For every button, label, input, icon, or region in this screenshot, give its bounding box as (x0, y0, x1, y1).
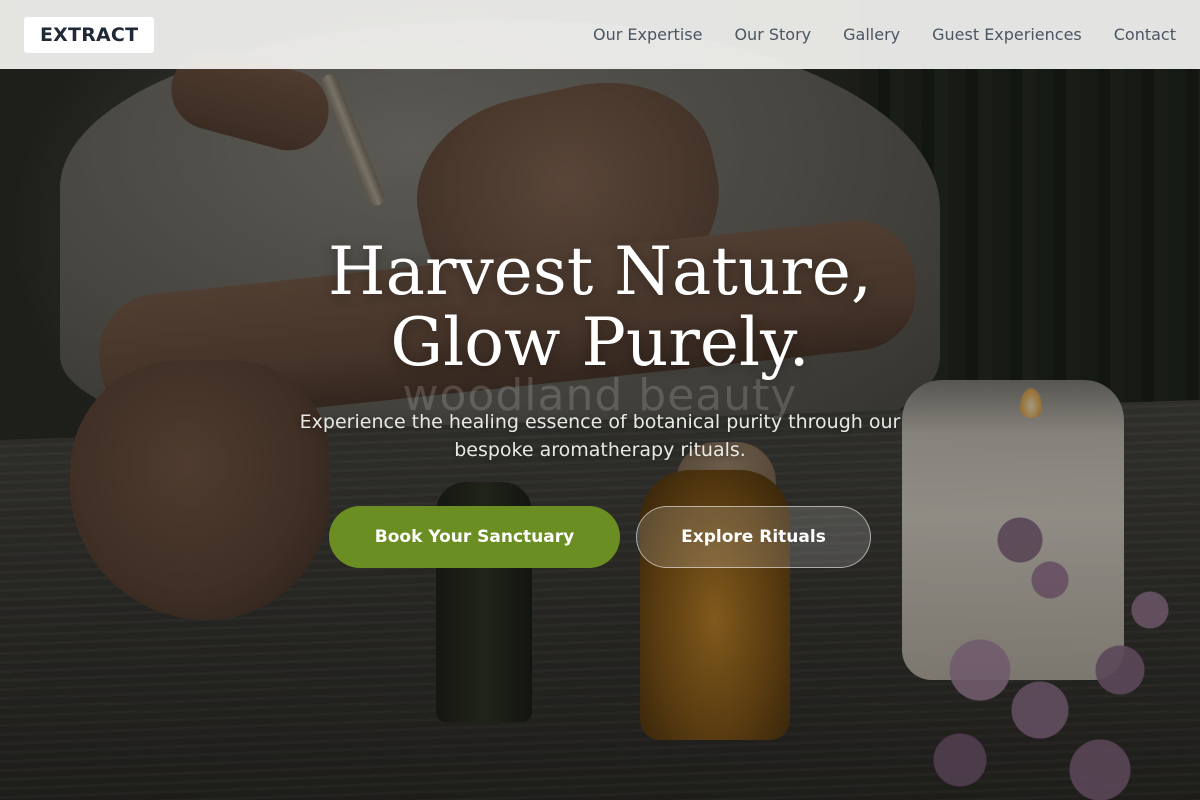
nav-link-our-story[interactable]: Our Story (734, 25, 811, 44)
nav-link-guest-experiences[interactable]: Guest Experiences (932, 25, 1082, 44)
nav-link-contact[interactable]: Contact (1114, 25, 1176, 44)
nav-link-our-expertise[interactable]: Our Expertise (593, 25, 702, 44)
hero-headline: Harvest Nature, Glow Purely. (0, 236, 1200, 378)
brand-logo[interactable]: EXTRACT (24, 16, 155, 53)
main-nav: Our Expertise Our Story Gallery Guest Ex… (593, 25, 1176, 44)
book-sanctuary-button[interactable]: Book Your Sanctuary (329, 506, 620, 568)
explore-rituals-button[interactable]: Explore Rituals (636, 506, 871, 568)
hero-section: Harvest Nature, Glow Purely. Experience … (0, 236, 1200, 568)
hero-headline-line-1: Harvest Nature, (328, 233, 872, 310)
nav-link-gallery[interactable]: Gallery (843, 25, 900, 44)
page: EXTRACT Our Expertise Our Story Gallery … (0, 0, 1200, 800)
hero-subtitle: Experience the healing essence of botani… (299, 411, 901, 461)
top-navbar: EXTRACT Our Expertise Our Story Gallery … (0, 0, 1200, 69)
hero-cta-group: Book Your Sanctuary Explore Rituals (0, 506, 1200, 568)
hero-headline-line-2: Glow Purely. (390, 304, 810, 381)
